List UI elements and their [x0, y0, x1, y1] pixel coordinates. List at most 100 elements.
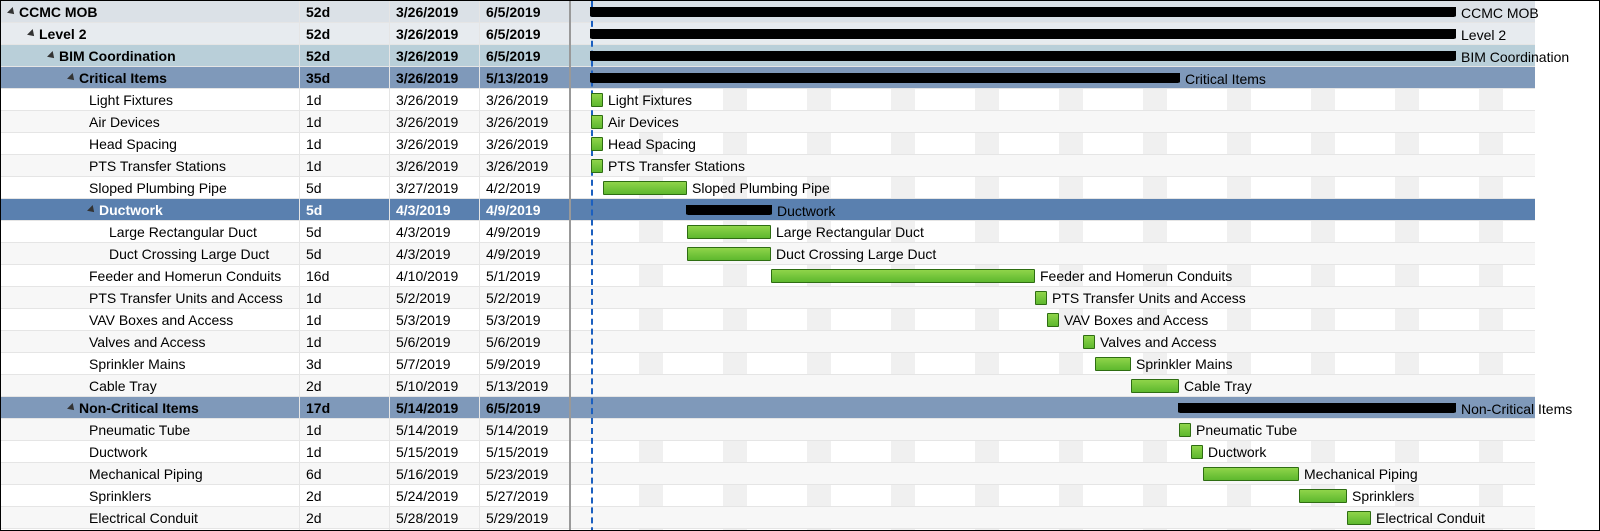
task-name-cell[interactable]: BIM Coordination [1, 45, 299, 66]
expander-icon[interactable] [27, 29, 37, 39]
start-cell[interactable]: 3/26/2019 [389, 1, 479, 22]
task-name-cell[interactable]: Feeder and Homerun Conduits [1, 265, 299, 286]
grid-row[interactable]: Sprinkler Mains3d5/7/20195/9/2019 [1, 353, 569, 375]
grid-row[interactable]: Electrical Conduit2d5/28/20195/29/2019 [1, 507, 569, 529]
task-name-cell[interactable]: Cable Tray [1, 375, 299, 396]
grid-row[interactable]: Sloped Plumbing Pipe5d3/27/20194/2/2019 [1, 177, 569, 199]
duration-cell[interactable]: 1d [299, 133, 389, 154]
grid-row[interactable]: Light Fixtures1d3/26/20193/26/2019 [1, 89, 569, 111]
duration-cell[interactable]: 16d [299, 265, 389, 286]
duration-cell[interactable]: 3d [299, 529, 389, 530]
duration-cell[interactable]: 1d [299, 89, 389, 110]
duration-cell[interactable]: 2d [299, 485, 389, 506]
grid-row[interactable]: Feeder and Homerun Conduits16d4/10/20195… [1, 265, 569, 287]
finish-cell[interactable]: 4/2/2019 [479, 177, 569, 198]
expander-icon[interactable] [67, 403, 77, 413]
duration-cell[interactable]: 17d [299, 397, 389, 418]
task-name-cell[interactable]: Pneumatic Tube [1, 419, 299, 440]
grid-row[interactable]: VAV Boxes and Access1d5/3/20195/3/2019 [1, 309, 569, 331]
task-bar[interactable]: VAV Boxes and Access [1047, 313, 1059, 327]
start-cell[interactable]: 5/14/2019 [389, 397, 479, 418]
task-bar[interactable]: PTS Transfer Stations [591, 159, 603, 173]
task-bar[interactable]: Duct Crossing Large Duct [687, 247, 771, 261]
finish-cell[interactable]: 3/26/2019 [479, 89, 569, 110]
task-name-cell[interactable]: Light Fixtures [1, 89, 299, 110]
task-name-cell[interactable]: Mechanical Piping [1, 463, 299, 484]
duration-cell[interactable]: 52d [299, 1, 389, 22]
task-name-cell[interactable]: Sprinklers [1, 485, 299, 506]
task-name-cell[interactable]: Non-Critical Items [1, 397, 299, 418]
task-name-cell[interactable]: Air Devices [1, 111, 299, 132]
finish-cell[interactable]: 4/9/2019 [479, 221, 569, 242]
task-bar[interactable]: Head Spacing [591, 137, 603, 151]
expander-icon[interactable] [67, 73, 77, 83]
start-cell[interactable]: 3/27/2019 [389, 177, 479, 198]
duration-cell[interactable]: 3d [299, 353, 389, 374]
task-name-cell[interactable]: Critical Items [1, 67, 299, 88]
grid-row[interactable]: PTS Transfer Stations1d3/26/20193/26/201… [1, 155, 569, 177]
expander-icon[interactable] [87, 205, 97, 215]
summary-bar[interactable]: Non-Critical Items [1179, 403, 1455, 413]
start-cell[interactable]: 5/2/2019 [389, 287, 479, 308]
finish-cell[interactable]: 6/5/2019 [479, 397, 569, 418]
finish-cell[interactable]: 5/27/2019 [479, 485, 569, 506]
start-cell[interactable]: 5/3/2019 [389, 309, 479, 330]
start-cell[interactable]: 5/6/2019 [389, 331, 479, 352]
grid-row[interactable]: Level 252d3/26/20196/5/2019 [1, 23, 569, 45]
duration-cell[interactable]: 5d [299, 199, 389, 220]
start-cell[interactable]: 3/26/2019 [389, 133, 479, 154]
task-bar[interactable]: PTS Transfer Units and Access [1035, 291, 1047, 305]
start-cell[interactable]: 5/14/2019 [389, 419, 479, 440]
finish-cell[interactable]: 3/26/2019 [479, 155, 569, 176]
duration-cell[interactable]: 1d [299, 309, 389, 330]
start-cell[interactable]: 3/26/2019 [389, 111, 479, 132]
duration-cell[interactable]: 1d [299, 331, 389, 352]
task-name-cell[interactable]: Sprinkler Mains [1, 353, 299, 374]
duration-cell[interactable]: 6d [299, 463, 389, 484]
task-bar[interactable]: Light Fixtures [591, 93, 603, 107]
task-bar[interactable]: Pneumatic Tube [1179, 423, 1191, 437]
task-name-cell[interactable]: Head Spacing [1, 133, 299, 154]
duration-cell[interactable]: 1d [299, 155, 389, 176]
grid-row[interactable]: Mechanical Piping6d5/16/20195/23/2019 [1, 463, 569, 485]
gantt-chart-pane[interactable]: CCMC MOBLevel 2BIM CoordinationCritical … [571, 1, 1599, 530]
finish-cell[interactable]: 5/2/2019 [479, 287, 569, 308]
finish-cell[interactable]: 5/6/2019 [479, 331, 569, 352]
start-cell[interactable]: 4/3/2019 [389, 199, 479, 220]
grid-row[interactable]: Critical Items35d3/26/20195/13/2019 [1, 67, 569, 89]
duration-cell[interactable]: 1d [299, 419, 389, 440]
task-bar[interactable]: Large Rectangular Duct [687, 225, 771, 239]
start-cell[interactable]: 3/26/2019 [389, 23, 479, 44]
grid-row[interactable]: Large Rectangular Duct5d4/3/20194/9/2019 [1, 221, 569, 243]
finish-cell[interactable]: 5/23/2019 [479, 463, 569, 484]
task-grid[interactable]: CCMC MOB52d3/26/20196/5/2019Level 252d3/… [1, 1, 571, 530]
duration-cell[interactable]: 5d [299, 243, 389, 264]
grid-row[interactable]: Air Devices1d3/26/20193/26/2019 [1, 111, 569, 133]
finish-cell[interactable]: 5/29/2019 [479, 507, 569, 528]
task-bar[interactable]: Sprinkler Mains [1095, 357, 1131, 371]
finish-cell[interactable]: 5/14/2019 [479, 419, 569, 440]
task-name-cell[interactable]: VAV Boxes and Access [1, 309, 299, 330]
finish-cell[interactable]: 5/3/2019 [479, 309, 569, 330]
duration-cell[interactable]: 52d [299, 23, 389, 44]
summary-bar[interactable]: Level 2 [591, 29, 1455, 39]
duration-cell[interactable]: 2d [299, 507, 389, 528]
duration-cell[interactable]: 1d [299, 441, 389, 462]
task-bar[interactable]: Feeder and Homerun Conduits [771, 269, 1035, 283]
task-bar[interactable]: Air Devices [591, 115, 603, 129]
task-bar[interactable]: Cable Tray [1131, 379, 1179, 393]
expander-icon[interactable] [7, 7, 17, 17]
grid-row[interactable]: Ductwork1d5/15/20195/15/2019 [1, 441, 569, 463]
grid-row[interactable]: Head Spacing1d3/26/20193/26/2019 [1, 133, 569, 155]
grid-row[interactable]: Sprinklers2d5/24/20195/27/2019 [1, 485, 569, 507]
finish-cell[interactable]: 4/9/2019 [479, 243, 569, 264]
grid-row[interactable]: Med Gas and Domestic Water3d5/30/20196/3… [1, 529, 569, 530]
summary-bar[interactable]: Critical Items [591, 73, 1179, 83]
start-cell[interactable]: 3/26/2019 [389, 89, 479, 110]
task-name-cell[interactable]: Large Rectangular Duct [1, 221, 299, 242]
grid-row[interactable]: Non-Critical Items17d5/14/20196/5/2019 [1, 397, 569, 419]
finish-cell[interactable]: 6/5/2019 [479, 1, 569, 22]
finish-cell[interactable]: 4/9/2019 [479, 199, 569, 220]
duration-cell[interactable]: 1d [299, 287, 389, 308]
duration-cell[interactable]: 1d [299, 111, 389, 132]
